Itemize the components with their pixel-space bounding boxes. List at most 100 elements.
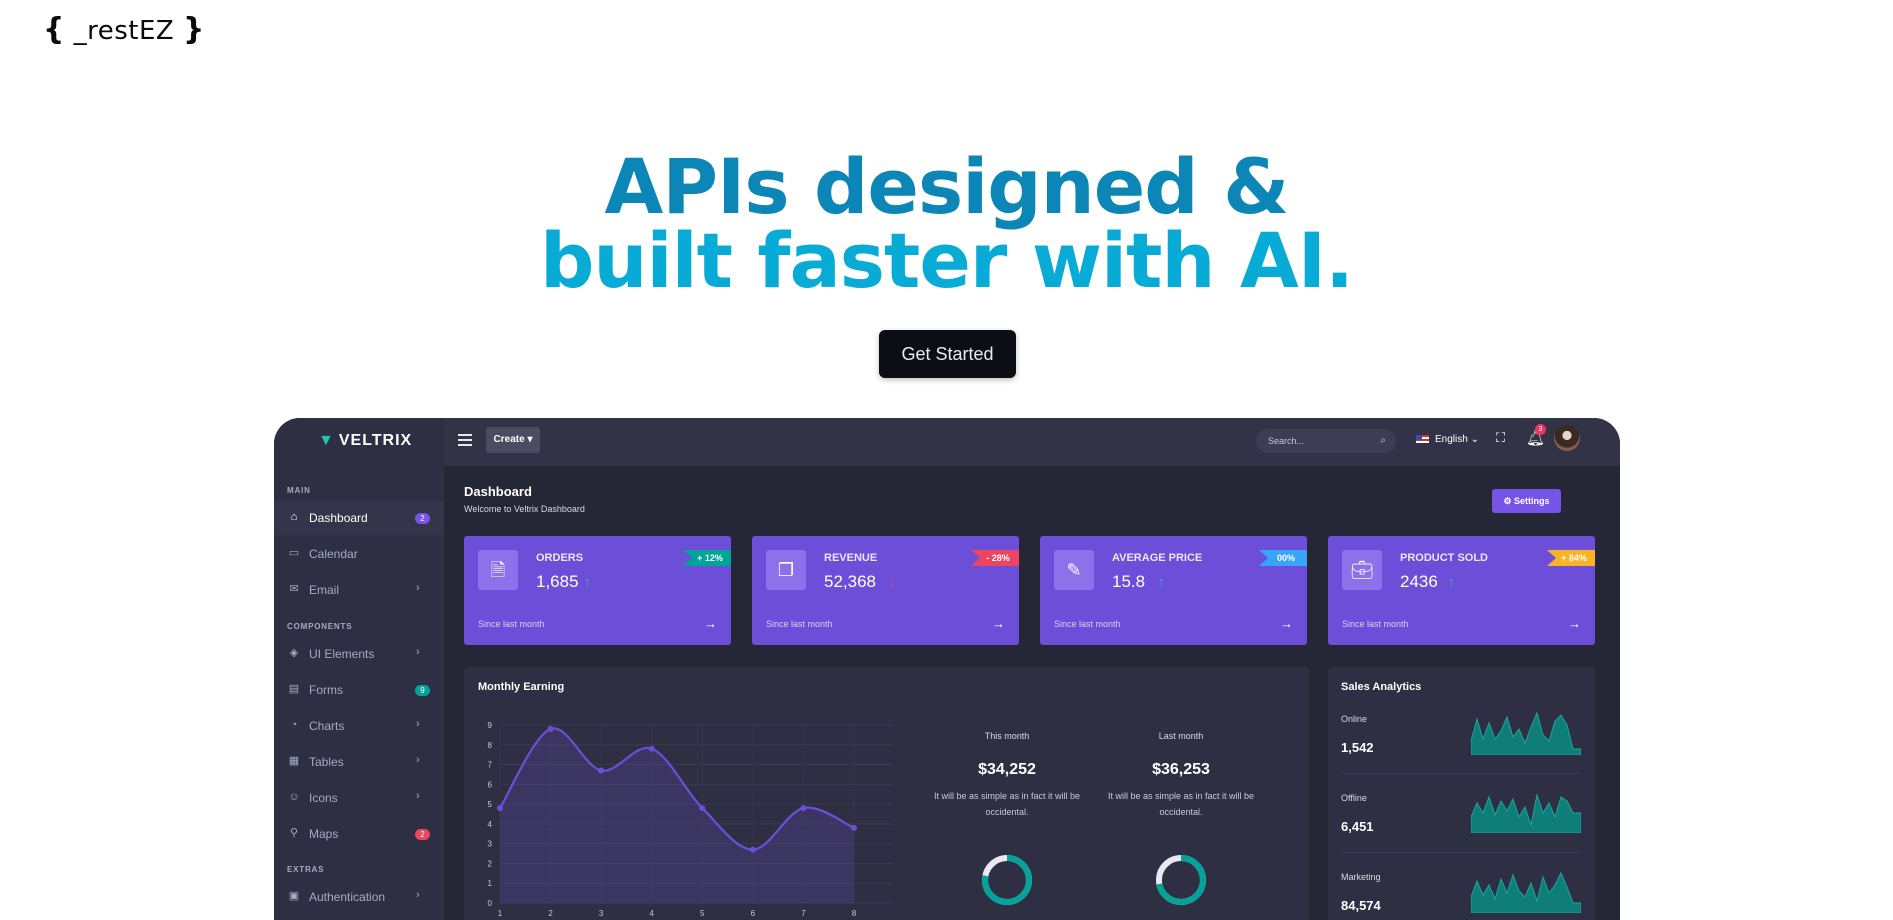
arrow-up-icon: ↑ bbox=[1448, 574, 1455, 589]
y-tick-label: 0 bbox=[488, 899, 493, 908]
x-tick-label: 7 bbox=[801, 909, 806, 918]
chevron-right-icon: › bbox=[416, 754, 420, 766]
site-logo[interactable]: { _restEZ } bbox=[43, 12, 205, 47]
sales-analytics-panel: Sales Analytics Online 1,542 Offline 6,4… bbox=[1328, 667, 1595, 920]
sidebar-item-label: Calendar bbox=[309, 547, 358, 561]
sidebar-item-email[interactable]: ✉ Email › bbox=[274, 573, 444, 607]
this-month-label: This month bbox=[984, 731, 1030, 741]
x-tick-label: 1 bbox=[498, 909, 503, 918]
card-value: 15.8 bbox=[1112, 572, 1146, 591]
fullscreen-icon[interactable]: ⛶ bbox=[1496, 430, 1505, 446]
pencil-icon: ✎ bbox=[1054, 550, 1094, 590]
monthly-earning-panel: Monthly Earning 012345678912345678 This … bbox=[464, 667, 1309, 920]
earning-chart: 01234567891 2 3 4 5 6 7 8 bbox=[488, 721, 894, 918]
data-point bbox=[800, 805, 807, 812]
data-point bbox=[749, 846, 756, 853]
card-since: Since last month bbox=[478, 619, 545, 629]
sidebar-item-icons[interactable]: ☺ Icons › bbox=[274, 781, 444, 815]
arrow-right-icon[interactable]: → bbox=[1568, 616, 1581, 631]
sidebar-item-authentication[interactable]: ▣ Authentication › bbox=[274, 880, 444, 914]
sidebar-item-label: Authentication bbox=[309, 890, 386, 904]
sidebar-item-label: Tables bbox=[309, 755, 344, 769]
sales-row-label: Offline bbox=[1341, 793, 1367, 803]
sales-row-label: Online bbox=[1341, 714, 1368, 724]
divider bbox=[1341, 852, 1581, 853]
sidebar: ▼ VELTRIX MAIN COMPONENTS EXTRAS ⌂ Dashbo… bbox=[274, 418, 444, 920]
x-tick-label: 8 bbox=[852, 909, 857, 918]
avatar[interactable] bbox=[1554, 425, 1580, 451]
arrow-right-icon[interactable]: → bbox=[992, 616, 1005, 631]
page-subtitle: Welcome to Veltrix Dashboard bbox=[464, 504, 585, 514]
x-tick-label: 2 bbox=[548, 909, 553, 918]
y-tick-label: 3 bbox=[488, 840, 493, 849]
smile-icon: ☺ bbox=[288, 791, 300, 803]
hero-line-1: APIs designed & bbox=[604, 142, 1290, 231]
us-flag-icon bbox=[1416, 435, 1429, 444]
card-title: ORDERS bbox=[536, 552, 584, 564]
search-input[interactable]: Search... ⌕ bbox=[1256, 429, 1396, 453]
sidebar-item-forms[interactable]: ▤ Forms 9 bbox=[274, 673, 444, 707]
card-since: Since last month bbox=[1054, 619, 1121, 629]
sparkline-offline bbox=[1471, 793, 1581, 833]
y-tick-label: 1 bbox=[488, 879, 493, 888]
sidebar-item-ui-elements[interactable]: ◈ UI Elements › bbox=[274, 637, 444, 671]
map-pin-icon: ⚲ bbox=[289, 827, 299, 839]
home-icon: ⌂ bbox=[290, 511, 298, 523]
create-dropdown[interactable]: Create ▾ bbox=[486, 427, 540, 453]
data-point bbox=[547, 725, 554, 732]
this-month-donut bbox=[982, 855, 1032, 905]
menu-icon[interactable] bbox=[458, 434, 472, 446]
grid-icon: ▦ bbox=[288, 755, 300, 767]
this-month-desc: It will be as simple as in fact it will … bbox=[933, 791, 1081, 817]
panel-title: Monthly Earning bbox=[478, 681, 565, 693]
calendar-icon: ▭ bbox=[288, 547, 300, 559]
chevron-right-icon: › bbox=[416, 646, 420, 658]
page-title: Dashboard bbox=[464, 484, 532, 499]
sales-row-label: Marketing bbox=[1341, 872, 1381, 882]
change-badge: + 84% bbox=[1547, 550, 1595, 566]
chevron-right-icon: › bbox=[416, 582, 420, 594]
change-badge: 00% bbox=[1259, 550, 1307, 566]
x-tick-label: 3 bbox=[599, 909, 604, 918]
arrow-right-icon[interactable]: → bbox=[1280, 616, 1293, 631]
sidebar-item-calendar[interactable]: ▭ Calendar bbox=[274, 537, 444, 571]
y-tick-label: 8 bbox=[488, 741, 493, 750]
section-extras: EXTRAS bbox=[287, 865, 325, 874]
count-badge: 2 bbox=[415, 513, 430, 524]
stat-card-revenue: ❐ REVENUE 52,368 ↓ - 28% Since last mont… bbox=[752, 536, 1019, 645]
card-value: 1,685 bbox=[536, 572, 579, 591]
sales-row-value: 1,542 bbox=[1341, 740, 1374, 755]
chevron-right-icon: › bbox=[416, 790, 420, 802]
search-icon: ⌕ bbox=[1380, 435, 1386, 446]
sidebar-item-label: Icons bbox=[309, 791, 338, 805]
mail-icon: ✉ bbox=[289, 583, 299, 595]
data-point bbox=[699, 805, 706, 812]
change-badge: + 12% bbox=[683, 550, 731, 566]
veltrix-logo-icon: ▼ bbox=[318, 432, 335, 449]
language-selector[interactable]: English ⌄ bbox=[1416, 429, 1479, 451]
settings-button[interactable]: ⚙ Settings bbox=[1492, 489, 1561, 513]
get-started-button[interactable]: Get Started bbox=[879, 330, 1016, 378]
pie-chart-icon: ◔ bbox=[290, 719, 298, 731]
sidebar-item-maps[interactable]: ⚲ Maps 2 bbox=[274, 817, 444, 851]
chevron-right-icon: › bbox=[416, 718, 420, 730]
arrow-down-icon: ↓ bbox=[888, 574, 895, 589]
arrow-right-icon[interactable]: → bbox=[704, 616, 717, 631]
last-month-value: $36,253 bbox=[1152, 761, 1210, 778]
sidebar-brand[interactable]: ▼ VELTRIX bbox=[318, 432, 412, 450]
sidebar-item-charts[interactable]: ◔ Charts › bbox=[274, 709, 444, 743]
card-since: Since last month bbox=[1342, 619, 1409, 629]
dashboard-screenshot: ▼ VELTRIX MAIN COMPONENTS EXTRAS ⌂ Dashbo… bbox=[274, 418, 1620, 920]
sparkline-marketing bbox=[1471, 871, 1581, 913]
this-month-value: $34,252 bbox=[978, 761, 1036, 778]
sidebar-item-label: Email bbox=[309, 583, 340, 597]
last-month-desc: It will be as simple as in fact it will … bbox=[1107, 791, 1255, 817]
hero-headline: APIs designed & built faster with AI. bbox=[0, 142, 1893, 299]
cube-icon: ◈ bbox=[289, 647, 299, 659]
data-point bbox=[648, 745, 655, 752]
notification-bell-icon[interactable]: 🔔︎ 3 bbox=[1526, 424, 1546, 447]
sidebar-item-tables[interactable]: ▦ Tables › bbox=[274, 745, 444, 779]
chevron-right-icon: › bbox=[416, 889, 420, 901]
sidebar-item-label: Forms bbox=[309, 683, 343, 697]
sidebar-item-dashboard[interactable]: ⌂ Dashboard 2 bbox=[274, 501, 444, 535]
